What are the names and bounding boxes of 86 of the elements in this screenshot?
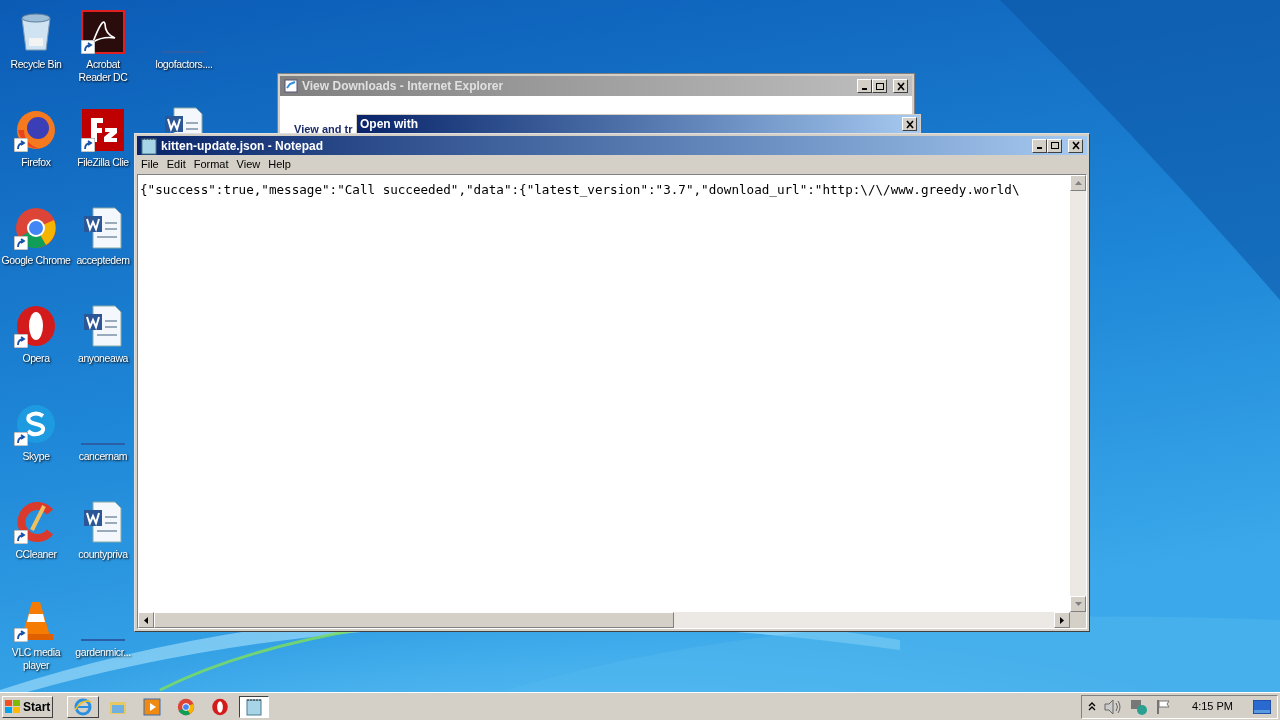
menu-item[interactable]: Edit: [162, 156, 190, 173]
flag-icon[interactable]: [1156, 698, 1173, 715]
opera-icon: [211, 697, 230, 716]
desktop-icon-label[interactable]: CCleaner: [15, 548, 57, 561]
notepad-icon: [246, 697, 263, 716]
scroll-right-button[interactable]: [1054, 612, 1070, 628]
horizontal-scrollbar[interactable]: [138, 612, 1070, 628]
desktop-icon-label[interactable]: logofactors....: [155, 58, 213, 71]
firefox-icon: [14, 108, 58, 152]
pdf-reader-icon: [81, 10, 125, 54]
opera-icon: [14, 304, 58, 348]
arrow-right-icon: [1060, 616, 1064, 624]
shortcut-arrow-icon: [14, 138, 28, 152]
desktop-icon-label[interactable]: Google Chrome: [1, 254, 71, 267]
minimize-button[interactable]: [1032, 138, 1047, 153]
desktop-icon-label[interactable]: Acrobat Reader DC: [72, 58, 134, 84]
minimize-icon: [861, 87, 868, 90]
shortcut-arrow-icon: [14, 628, 28, 642]
desktop-icon-label[interactable]: FileZilla Clie: [77, 156, 129, 169]
desktop-icon-label[interactable]: countypriva: [78, 548, 128, 561]
maximize-button[interactable]: [872, 79, 887, 93]
taskbar-button[interactable]: [239, 695, 270, 718]
close-button[interactable]: [1068, 138, 1083, 153]
desktop-icon-label[interactable]: cancernam: [78, 450, 128, 463]
desktop-icon-label[interactable]: acceptedem: [76, 254, 130, 267]
close-icon: [1070, 141, 1081, 150]
close-icon: [895, 81, 906, 91]
shortcut-arrow-icon: [14, 334, 28, 348]
dialog-title: Open with: [360, 116, 419, 133]
menu-item[interactable]: Help: [264, 156, 295, 173]
chevron-up-icon[interactable]: [1088, 701, 1097, 712]
word-document-icon: [81, 206, 125, 250]
desktop-icon-label[interactable]: VLC media player: [1, 646, 71, 672]
scroll-thumb[interactable]: [154, 612, 674, 628]
media-player-icon: [143, 697, 162, 716]
arrow-down-icon: [1074, 602, 1082, 606]
shortcut-arrow-icon: [14, 530, 28, 544]
shortcut-arrow-icon: [81, 40, 95, 54]
minimize-button[interactable]: [857, 79, 872, 93]
desktop-icon-label[interactable]: Opera: [22, 352, 50, 365]
desktop-icon-label[interactable]: gardenmicr...: [75, 646, 131, 659]
word-document-icon: [81, 500, 125, 544]
start-button[interactable]: Start: [2, 695, 54, 718]
speaker-icon[interactable]: [1104, 698, 1123, 715]
desktop-icon-label[interactable]: Firefox: [21, 156, 51, 169]
close-button[interactable]: [902, 117, 917, 131]
arrow-left-icon: [144, 616, 148, 624]
close-icon: [904, 119, 915, 129]
minimize-icon: [1036, 147, 1043, 149]
browser-page-icon: [284, 79, 298, 93]
shortcut-arrow-icon: [14, 432, 28, 446]
notepad-icon: [141, 136, 157, 155]
maximize-icon: [1049, 141, 1060, 150]
desktop-icon-label[interactable]: Recycle Bin: [10, 58, 62, 71]
shortcut-arrow-icon: [14, 236, 28, 250]
desktop-icon-label[interactable]: Skype: [22, 450, 50, 463]
clock[interactable]: 4:15 PM: [1180, 698, 1245, 715]
shortcut-arrow-icon: [81, 138, 95, 152]
show-desktop-icon[interactable]: [1253, 699, 1271, 714]
word-document-icon: [81, 304, 125, 348]
window-title: View Downloads - Internet Explorer: [302, 78, 505, 95]
filezilla-icon: [81, 108, 125, 152]
skype-icon: [14, 402, 58, 446]
file-content: {"success":true,"message":"Call succeeded","data":{"latest_version":"3.7","download_url":"http:\/\/www.greedy.world\: [140, 182, 1020, 197]
text-area[interactable]: {"success":true,"message":"Call succeeded","data":{"latest_version":"3.7","download_url":"http:\/\/www.greedy.world\: [138, 175, 1070, 612]
maximize-icon: [874, 81, 885, 91]
menu-item[interactable]: Format: [189, 156, 233, 173]
close-button[interactable]: [893, 79, 908, 93]
scroll-left-button[interactable]: [138, 612, 154, 628]
menu-item[interactable]: View: [232, 156, 265, 173]
network-icon[interactable]: [1130, 698, 1149, 715]
file-thumbnail-icon: [81, 442, 125, 446]
windows-logo-icon: [5, 699, 21, 714]
arrow-up-icon: [1074, 181, 1082, 185]
chrome-icon: [177, 697, 196, 716]
window-title: kitten-update.json - Notepad: [161, 137, 324, 155]
page-heading: View and tr: [294, 123, 353, 135]
chrome-icon: [14, 206, 58, 250]
file-thumbnail-icon: [81, 638, 125, 642]
menu-item[interactable]: File: [137, 156, 163, 173]
browser-e-icon: [74, 697, 93, 716]
maximize-button[interactable]: [1047, 138, 1062, 153]
desktop-icon-label[interactable]: anyoneawa: [77, 352, 129, 365]
vertical-scrollbar[interactable]: [1070, 175, 1086, 612]
scroll-up-button[interactable]: [1070, 175, 1086, 191]
scroll-down-button[interactable]: [1070, 596, 1086, 612]
